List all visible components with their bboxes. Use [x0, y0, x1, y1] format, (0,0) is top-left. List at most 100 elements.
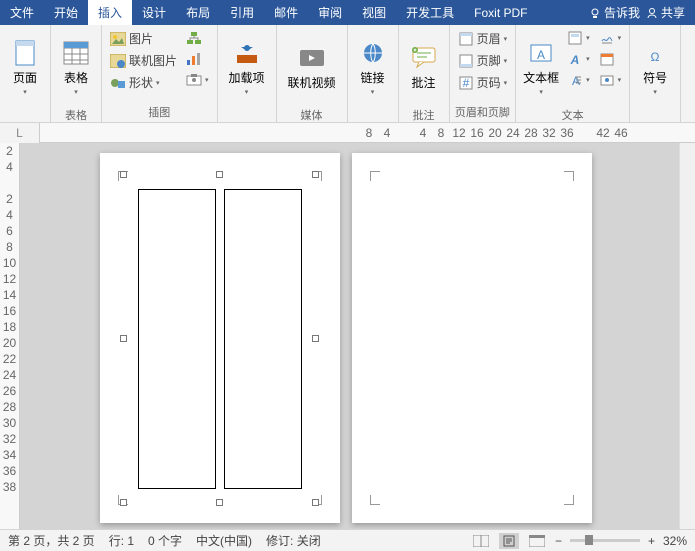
picture-button[interactable]: 图片	[107, 28, 180, 49]
signature-icon	[599, 30, 615, 46]
zoom-slider-thumb[interactable]	[585, 535, 593, 545]
dropdown-icon: ▾	[156, 79, 160, 87]
print-layout-button[interactable]	[499, 533, 519, 549]
group-label: 表格	[65, 106, 87, 123]
tab-review[interactable]: 审阅	[308, 0, 352, 25]
object-icon	[599, 72, 615, 88]
pagenum-button[interactable]: #页码 ▾	[455, 72, 511, 93]
vertical-ruler[interactable]: 242468101214161820222426283032343638	[0, 143, 20, 529]
svg-text:Ω: Ω	[651, 50, 660, 64]
table-button[interactable]: 表格▾	[56, 28, 96, 106]
horizontal-ruler[interactable]: L 8448121620242832364246	[0, 123, 695, 143]
read-mode-button[interactable]	[471, 533, 491, 549]
group-label: 页眉和页脚	[455, 103, 510, 121]
tab-home[interactable]: 开始	[44, 0, 88, 25]
signature-button[interactable]: ▾	[596, 28, 625, 48]
screenshot-button[interactable]: ▾	[183, 70, 212, 90]
zoom-out-button[interactable]: −	[555, 534, 562, 548]
tab-bar: 文件 开始 插入 设计 布局 引用 邮件 审阅 视图 开发工具 Foxit PD…	[0, 0, 695, 25]
group-media: 联机视频 媒体	[277, 25, 348, 122]
dropdown-icon: ▾	[23, 88, 27, 96]
addins-icon	[233, 39, 261, 67]
dropdown-icon: ▾	[618, 34, 622, 42]
rectangle-shape[interactable]	[138, 189, 216, 489]
header-button[interactable]: 页眉 ▾	[455, 28, 511, 49]
comment-button[interactable]: 批注	[404, 28, 444, 106]
ribbon: 页面▾ 表格▾ 表格 图片 联机图片 形状 ▾ ▾ 插图	[0, 25, 695, 123]
group-label: 媒体	[301, 106, 323, 123]
ruler-h-marks: 8448121620242832364246	[40, 126, 695, 140]
link-icon	[359, 39, 387, 67]
document-canvas[interactable]	[20, 143, 679, 529]
tab-references[interactable]: 引用	[220, 0, 264, 25]
footer-button[interactable]: 页脚 ▾	[455, 50, 511, 71]
datetime-icon	[599, 51, 615, 67]
wordart-button[interactable]: A▾	[564, 49, 593, 69]
textbox-button[interactable]: A 文本框▾	[521, 28, 561, 106]
selection-handle[interactable]	[312, 335, 319, 342]
tab-layout[interactable]: 布局	[176, 0, 220, 25]
quickparts-button[interactable]: ▾	[564, 28, 593, 48]
group-label	[23, 107, 26, 121]
crop-mark	[564, 171, 574, 181]
status-line[interactable]: 行: 1	[109, 532, 134, 549]
rectangle-shape[interactable]	[224, 189, 302, 489]
page-button[interactable]: 页面▾	[5, 28, 45, 106]
tab-insert[interactable]: 插入	[88, 0, 132, 25]
datetime-button[interactable]	[596, 49, 625, 69]
tab-mail[interactable]: 邮件	[264, 0, 308, 25]
zoom-slider[interactable]	[570, 539, 640, 542]
dropdown-icon: ▾	[371, 88, 375, 96]
shapes-button[interactable]: 形状 ▾	[107, 72, 180, 93]
group-header-footer: 页眉 ▾ 页脚 ▾ #页码 ▾ 页眉和页脚	[450, 25, 517, 122]
status-lang[interactable]: 中文(中国)	[196, 532, 252, 549]
group-label	[654, 107, 657, 121]
textbox-icon: A	[527, 39, 555, 67]
dropcap-icon: A	[567, 72, 583, 88]
link-button[interactable]: 链接▾	[353, 28, 393, 106]
group-symbols: Ω 符号▾	[630, 25, 681, 122]
tab-view[interactable]: 视图	[352, 0, 396, 25]
group-addins: 加载项▾	[218, 25, 277, 122]
group-label: 文本	[562, 106, 584, 123]
selection-handle[interactable]	[120, 335, 127, 342]
selection-handle[interactable]	[216, 499, 223, 506]
tab-foxit[interactable]: Foxit PDF	[464, 0, 537, 25]
share[interactable]: 共享	[646, 4, 685, 21]
selection-handle[interactable]	[216, 171, 223, 178]
zoom-level[interactable]: 32%	[663, 534, 687, 548]
online-picture-button[interactable]: 联机图片	[107, 50, 180, 71]
selection-handle[interactable]	[312, 171, 319, 178]
tab-design[interactable]: 设计	[132, 0, 176, 25]
symbol-button[interactable]: Ω 符号▾	[635, 28, 675, 106]
vertical-scrollbar[interactable]	[679, 143, 695, 529]
selection-handle[interactable]	[120, 171, 127, 178]
smartart-button[interactable]	[183, 28, 212, 48]
zoom-in-button[interactable]: +	[648, 534, 655, 548]
status-page[interactable]: 第 2 页，共 2 页	[8, 532, 95, 549]
selection-handle[interactable]	[312, 499, 319, 506]
dropdown-icon: ▾	[245, 88, 249, 96]
dropdown-icon: ▾	[586, 55, 590, 63]
smartart-icon	[186, 30, 202, 46]
web-layout-button[interactable]	[527, 533, 547, 549]
group-label	[371, 107, 374, 121]
tell-me[interactable]: 告诉我	[589, 4, 640, 21]
tab-file[interactable]: 文件	[0, 0, 44, 25]
object-button[interactable]: ▾	[596, 70, 625, 90]
person-icon	[646, 7, 658, 19]
tab-developer[interactable]: 开发工具	[396, 0, 464, 25]
page-2[interactable]	[352, 153, 592, 523]
dropcap-button[interactable]: A▾	[564, 70, 593, 90]
wordart-icon: A	[567, 51, 583, 67]
selection-handle[interactable]	[120, 499, 127, 506]
status-words[interactable]: 0 个字	[148, 532, 182, 549]
page-icon	[11, 39, 39, 67]
group-page: 页面▾	[0, 25, 51, 122]
chart-button[interactable]	[183, 49, 212, 69]
status-track[interactable]: 修订: 关闭	[266, 532, 321, 549]
page-1[interactable]	[100, 153, 340, 523]
online-video-button[interactable]: 联机视频	[282, 28, 342, 106]
addins-button[interactable]: 加载项▾	[223, 28, 271, 106]
screenshot-icon	[186, 72, 202, 88]
